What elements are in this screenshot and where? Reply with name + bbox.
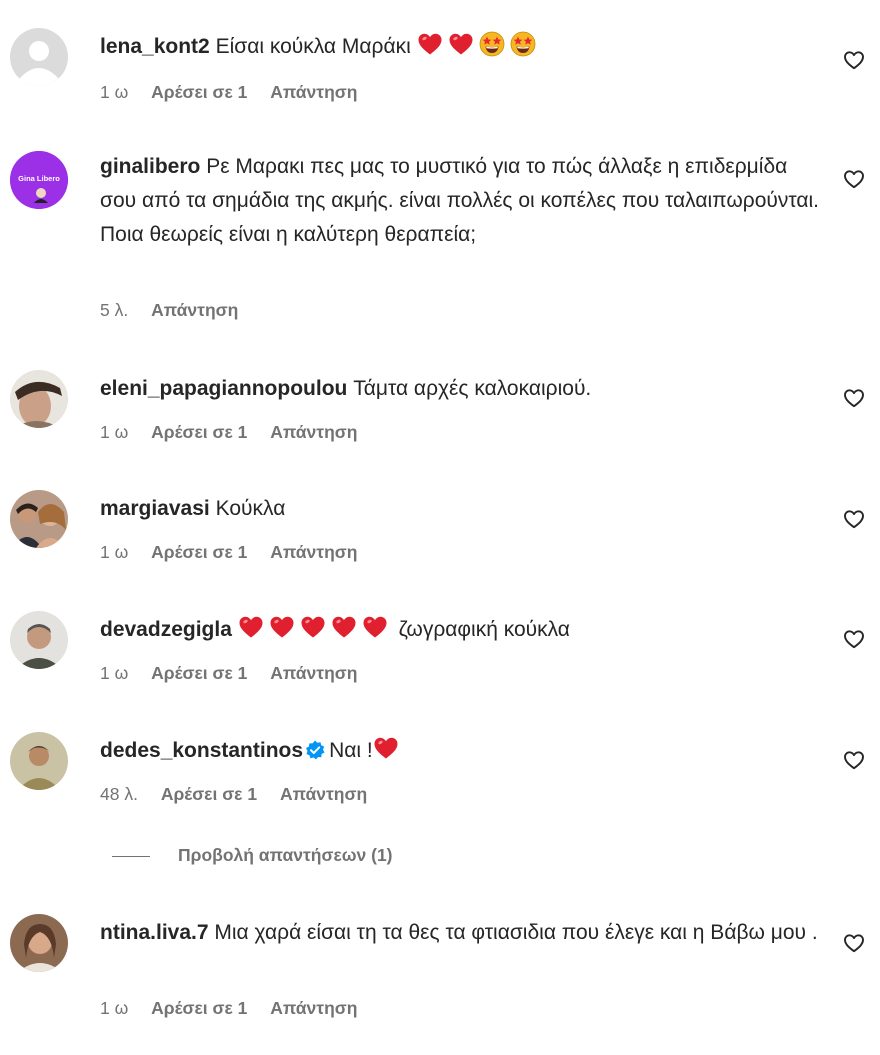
view-replies-label: Προβολή απαντήσεων (1) bbox=[178, 845, 393, 865]
avatar[interactable] bbox=[10, 28, 68, 86]
comment-meta: 1 ω Αρέσει σε 1 Απάντηση bbox=[100, 998, 375, 1019]
reply-button[interactable]: Απάντηση bbox=[270, 422, 357, 442]
like-icon[interactable] bbox=[842, 748, 866, 772]
star-struck-emoji bbox=[479, 31, 505, 57]
margiavasi-avatar-image bbox=[10, 490, 68, 548]
comment-body: margiavasi Κούκλα bbox=[100, 492, 820, 526]
red-heart-emoji bbox=[448, 32, 474, 56]
comment-text: Ναι ! bbox=[329, 739, 373, 762]
comment-time: 1 ω bbox=[100, 998, 129, 1018]
comment-meta: 1 ω Αρέσει σε 1 Απάντηση bbox=[100, 422, 375, 443]
replies-divider-line bbox=[112, 855, 150, 857]
comment-meta: 1 ω Αρέσει σε 1 Απάντηση bbox=[100, 663, 375, 684]
like-icon[interactable] bbox=[842, 627, 866, 651]
like-icon[interactable] bbox=[842, 167, 866, 191]
comment-body: dedes_konstantinos Ναι ! bbox=[100, 734, 820, 768]
like-icon[interactable] bbox=[842, 931, 866, 955]
likes-count-link[interactable]: Αρέσει σε 1 bbox=[151, 82, 247, 102]
comment-time: 5 λ. bbox=[100, 300, 129, 320]
comment-text: ζωγραφική κούκλα bbox=[398, 618, 570, 641]
reply-button[interactable]: Απάντηση bbox=[151, 300, 238, 320]
like-icon[interactable] bbox=[842, 48, 866, 72]
comment-text: Είσαι κούκλα Μαράκι bbox=[215, 35, 411, 58]
star-struck-emoji bbox=[510, 31, 536, 57]
verified-badge-icon bbox=[306, 740, 325, 760]
comment-username[interactable]: eleni_papagiannopoulou bbox=[100, 377, 347, 400]
red-heart-emoji bbox=[362, 615, 388, 639]
comment-time: 1 ω bbox=[100, 422, 129, 442]
avatar[interactable]: Gina Libero bbox=[10, 151, 68, 209]
red-heart-emoji bbox=[331, 615, 357, 639]
comment-body: devadzegigla ζωγραφική κούκλα bbox=[100, 613, 820, 647]
comment-username[interactable]: lena_kont2 bbox=[100, 35, 210, 58]
dedes-avatar-image bbox=[10, 732, 68, 790]
comment-username[interactable]: dedes_konstantinos bbox=[100, 739, 303, 762]
comment-username[interactable]: margiavasi bbox=[100, 497, 210, 520]
reply-button[interactable]: Απάντηση bbox=[270, 998, 357, 1018]
comment-text: Κούκλα bbox=[215, 497, 286, 520]
reply-button[interactable]: Απάντηση bbox=[270, 82, 357, 102]
red-heart-emoji bbox=[417, 32, 443, 56]
likes-count-link[interactable]: Αρέσει σε 1 bbox=[151, 663, 247, 683]
comment-text: Τάμτα αρχές καλοκαιριού. bbox=[353, 377, 592, 400]
avatar[interactable] bbox=[10, 611, 68, 669]
comment-body: ginalibero Ρε Μαρακι πες μας το μυστικό … bbox=[100, 150, 820, 252]
comment-meta: 5 λ. Απάντηση bbox=[100, 300, 256, 321]
comment-username[interactable]: ginalibero bbox=[100, 155, 200, 178]
comment-username[interactable]: ntina.liva.7 bbox=[100, 921, 209, 944]
likes-count-link[interactable]: Αρέσει σε 1 bbox=[151, 542, 247, 562]
like-icon[interactable] bbox=[842, 386, 866, 410]
comment-username[interactable]: devadzegigla bbox=[100, 618, 232, 641]
likes-count-link[interactable]: Αρέσει σε 1 bbox=[151, 422, 247, 442]
like-icon[interactable] bbox=[842, 507, 866, 531]
comment-meta: 1 ω Αρέσει σε 1 Απάντηση bbox=[100, 82, 375, 103]
avatar[interactable] bbox=[10, 732, 68, 790]
red-heart-emoji bbox=[373, 736, 399, 760]
comment-body: ntina.liva.7 Μια χαρά είσαι τη τα θες τα… bbox=[100, 916, 820, 950]
red-heart-emoji bbox=[300, 615, 326, 639]
reply-button[interactable]: Απάντηση bbox=[270, 663, 357, 683]
default-avatar-icon bbox=[10, 28, 68, 86]
devadzegigla-avatar-image bbox=[10, 611, 68, 669]
likes-count-link[interactable]: Αρέσει σε 1 bbox=[151, 998, 247, 1018]
comment-body: eleni_papagiannopoulou Τάμτα αρχές καλοκ… bbox=[100, 372, 820, 406]
reply-button[interactable]: Απάντηση bbox=[270, 542, 357, 562]
red-heart-emoji bbox=[238, 615, 264, 639]
view-replies-button[interactable]: Προβολή απαντήσεων (1) bbox=[112, 845, 393, 866]
red-heart-emoji bbox=[269, 615, 295, 639]
svg-text:Gina Libero: Gina Libero bbox=[18, 174, 60, 183]
comment-time: 1 ω bbox=[100, 82, 129, 102]
avatar[interactable] bbox=[10, 490, 68, 548]
reply-button[interactable]: Απάντηση bbox=[280, 784, 367, 804]
comment-meta: 1 ω Αρέσει σε 1 Απάντηση bbox=[100, 542, 375, 563]
comment-time: 1 ω bbox=[100, 663, 129, 683]
ginalibero-avatar-image: Gina Libero bbox=[10, 151, 68, 209]
comment-time: 1 ω bbox=[100, 542, 129, 562]
eleni-avatar-image bbox=[10, 370, 68, 428]
comment-body: lena_kont2 Είσαι κούκλα Μαράκι bbox=[100, 30, 820, 64]
comment-meta: 48 λ. Αρέσει σε 1 Απάντηση bbox=[100, 784, 385, 805]
avatar[interactable] bbox=[10, 370, 68, 428]
ntina-avatar-image bbox=[10, 914, 68, 972]
comment-text: Ρε Μαρακι πες μας το μυστικό για το πώς … bbox=[100, 155, 820, 246]
comment-text: Μια χαρά είσαι τη τα θες τα φτιασιδια πο… bbox=[214, 921, 818, 944]
likes-count-link[interactable]: Αρέσει σε 1 bbox=[161, 784, 257, 804]
comment-time: 48 λ. bbox=[100, 784, 138, 804]
avatar[interactable] bbox=[10, 914, 68, 972]
